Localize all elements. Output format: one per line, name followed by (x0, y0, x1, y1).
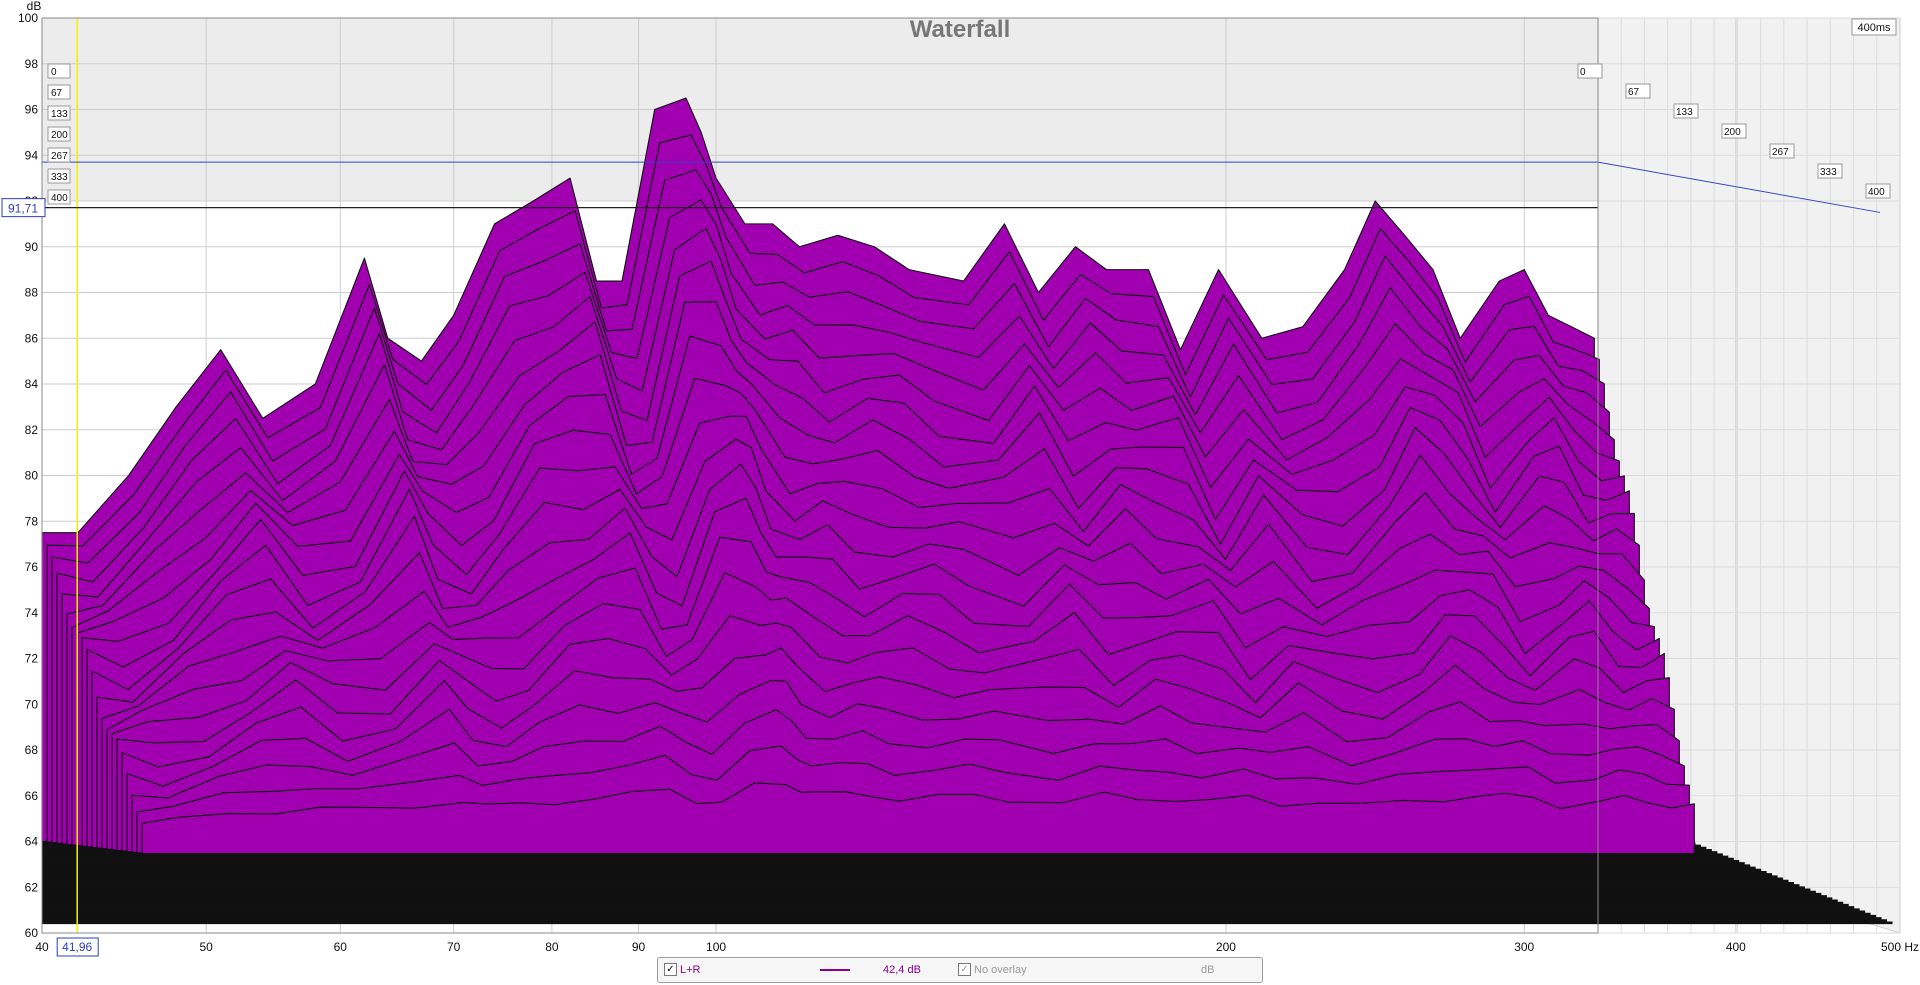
y-tick-label: 100 (18, 11, 38, 25)
time-slice-label: 67 (51, 88, 63, 99)
x-tick-label: 60 (334, 940, 348, 954)
y-tick-label: 70 (25, 697, 39, 711)
time-slice-label-side: 333 (1820, 167, 1837, 178)
series-value: 42,4 dB (883, 964, 921, 976)
overlay-checkbox[interactable]: ✓ (958, 963, 971, 976)
legend-bar: ✓ L+R 42,4 dB ✓ No overlay dB (657, 957, 1263, 983)
time-slice-label: 333 (51, 172, 68, 183)
waterfall-chart[interactable]: 1009896949290888684828078767472706866646… (0, 0, 1920, 985)
x-tick-label: 300 (1514, 940, 1534, 954)
x-tick-label: 40 (35, 940, 49, 954)
time-slice-label-side: 67 (1628, 87, 1640, 98)
waterfall-chart-area: 1009896949290888684828078767472706866646… (0, 0, 1920, 985)
time-slice-label: 200 (51, 130, 68, 141)
x-tick-label: 400 (1726, 940, 1746, 954)
overlay-value: dB (1201, 964, 1215, 976)
x-tick-label: 100 (706, 940, 726, 954)
y-tick-label: 86 (25, 331, 39, 345)
y-unit-label: dB (27, 0, 42, 13)
x-tick-label: 200 (1216, 940, 1236, 954)
y-tick-label: 78 (25, 514, 39, 528)
y-tick-label: 88 (25, 286, 39, 300)
y-tick-label: 82 (25, 423, 39, 437)
x-tick-label: 500 Hz (1881, 940, 1919, 954)
y-tick-label: 72 (25, 652, 39, 666)
overlay-label: No overlay (974, 964, 1027, 976)
y-tick-label: 80 (25, 469, 39, 483)
x-tick-label: 70 (447, 940, 461, 954)
time-slice-label-side: 400 (1868, 187, 1885, 198)
x-tick-label: 90 (632, 940, 646, 954)
y-tick-label: 76 (25, 560, 39, 574)
x-tick-label: 50 (199, 940, 213, 954)
y-tick-label: 68 (25, 743, 39, 757)
time-slice-label-side: 267 (1772, 147, 1789, 158)
cursor-x-readout: 41,96 (62, 940, 92, 954)
cursor-y-readout: 91,71 (8, 202, 38, 216)
y-tick-label: 90 (25, 240, 39, 254)
time-slice-label-side: 0 (1580, 67, 1586, 78)
y-tick-label: 96 (25, 103, 39, 117)
y-tick-label: 64 (25, 835, 39, 849)
series-label: L+R (680, 964, 701, 976)
y-tick-label: 62 (25, 880, 39, 894)
chart-title: Waterfall (910, 16, 1010, 43)
time-slice-label: 133 (51, 109, 68, 120)
y-tick-label: 74 (25, 606, 39, 620)
series-checkbox[interactable]: ✓ (664, 963, 677, 976)
y-tick-label: 94 (25, 148, 39, 162)
y-tick-label: 66 (25, 789, 39, 803)
time-slice-label: 267 (51, 151, 68, 162)
y-tick-label: 60 (25, 926, 39, 940)
series-line-swatch (820, 969, 850, 971)
time-slice-label: 0 (51, 67, 57, 78)
time-slice-label-side: 200 (1724, 127, 1741, 138)
y-tick-label: 98 (25, 57, 39, 71)
time-slice-label-side: 133 (1676, 107, 1693, 118)
x-tick-label: 80 (545, 940, 559, 954)
y-tick-label: 84 (25, 377, 39, 391)
time-span-label: 400ms (1857, 22, 1891, 34)
time-slice-label: 400 (51, 193, 68, 204)
